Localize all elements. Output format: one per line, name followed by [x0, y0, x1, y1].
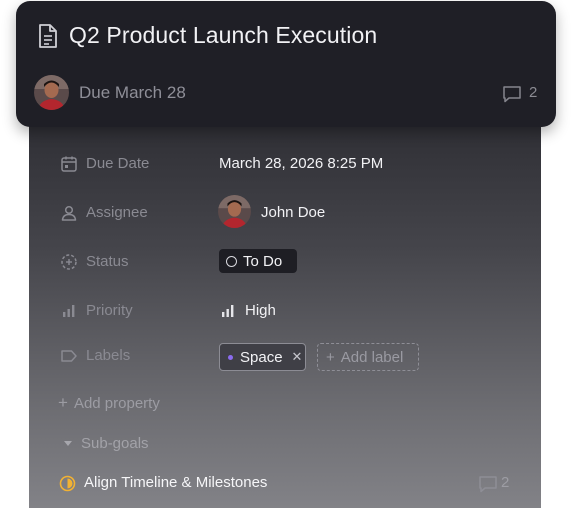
due-date-summary: Due March 28: [79, 83, 186, 102]
tag-icon: [61, 350, 77, 362]
chevron-down-icon: [64, 441, 72, 446]
in-progress-status-icon: [59, 475, 76, 492]
remove-label-icon[interactable]: ✕: [292, 349, 303, 365]
task-title: Q2 Product Launch Execution: [69, 22, 378, 48]
subgoal-comment-count: 2: [501, 474, 510, 491]
task-detail-view: Q2 Product Launch Execution Due March 28…: [0, 0, 573, 508]
person-icon: [61, 205, 77, 221]
task-header-card[interactable]: Q2 Product Launch Execution Due March 28…: [16, 1, 556, 127]
add-label-text: Add label: [340, 348, 404, 366]
label-color-dot: [228, 354, 233, 360]
assignee-name[interactable]: John Doe: [261, 204, 325, 221]
priority-high-icon: [222, 305, 234, 317]
signal-bars-icon: [63, 305, 75, 317]
todo-circle-icon: [226, 255, 237, 267]
add-label-button[interactable]: + Add label: [317, 343, 419, 371]
labels-label: Labels: [86, 347, 131, 364]
plus-icon: +: [326, 348, 335, 366]
priority-label: Priority: [86, 302, 133, 319]
plus-icon: +: [58, 393, 68, 412]
priority-value[interactable]: High: [245, 302, 276, 319]
comment-icon[interactable]: [478, 475, 498, 493]
document-icon: [39, 24, 57, 48]
assignee-label: Assignee: [86, 204, 148, 221]
add-property-button[interactable]: + Add property: [58, 393, 160, 413]
status-label: Status: [86, 253, 129, 270]
due-date-value[interactable]: March 28, 2026 8:25 PM: [219, 155, 383, 172]
subgoals-toggle[interactable]: Sub-goals: [64, 435, 149, 452]
subgoal-title[interactable]: Align Timeline & Milestones: [84, 474, 267, 491]
status-selector[interactable]: To Do: [219, 249, 297, 273]
status-value: To Do: [243, 252, 283, 270]
add-property-text: Add property: [73, 394, 160, 412]
label-chip-text: Space: [240, 348, 283, 366]
comment-count: 2: [529, 84, 538, 101]
calendar-icon: [61, 156, 77, 172]
assignee-avatar[interactable]: [34, 75, 69, 110]
due-date-label: Due Date: [86, 155, 150, 172]
label-chip-space[interactable]: Space ✕: [219, 343, 306, 371]
status-dashed-circle-icon: [61, 254, 77, 270]
comment-icon[interactable]: [502, 85, 522, 103]
subgoals-heading: Sub-goals: [81, 435, 149, 452]
assignee-avatar[interactable]: [218, 195, 251, 228]
